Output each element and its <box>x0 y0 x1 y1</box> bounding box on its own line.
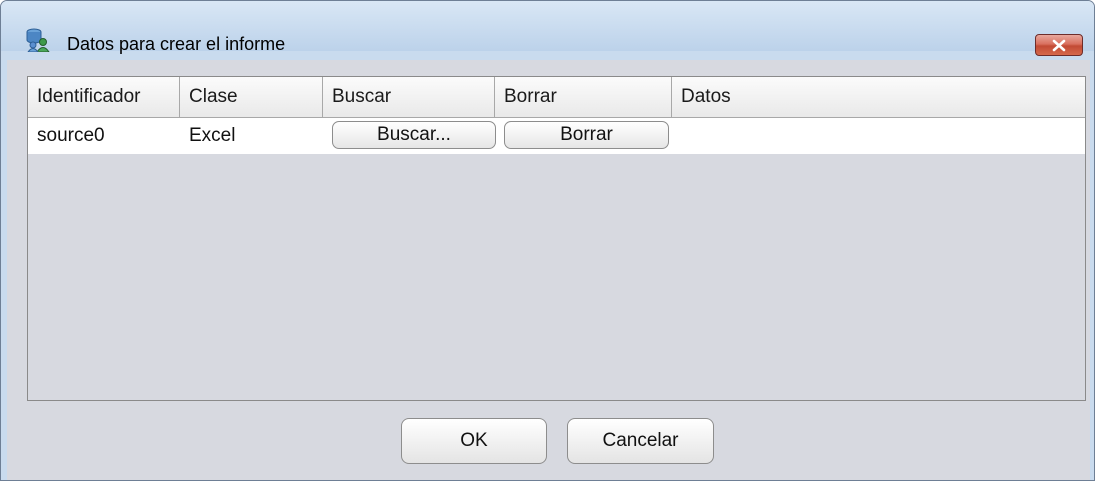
table-row[interactable]: source0 Excel Buscar... Borrar <box>28 118 1085 154</box>
column-header-identificador[interactable]: Identificador <box>28 77 180 117</box>
data-sources-table: Identificador Clase Buscar Borrar Datos … <box>27 76 1086 401</box>
column-header-borrar[interactable]: Borrar <box>495 77 672 117</box>
column-header-clase[interactable]: Clase <box>180 77 323 117</box>
cell-clase[interactable]: Excel <box>180 118 323 154</box>
buscar-button[interactable]: Buscar... <box>332 121 496 149</box>
window-title: Datos para crear el informe <box>67 34 286 54</box>
table-header: Identificador Clase Buscar Borrar Datos <box>28 77 1085 118</box>
close-button[interactable] <box>1035 34 1083 56</box>
cell-datos[interactable] <box>672 118 1085 154</box>
cell-identificador[interactable]: source0 <box>28 118 180 154</box>
borrar-button[interactable]: Borrar <box>504 121 669 149</box>
close-icon <box>1052 39 1066 52</box>
cancel-button[interactable]: Cancelar <box>567 418 714 464</box>
column-header-datos[interactable]: Datos <box>672 77 1085 117</box>
dialog-content: Identificador Clase Buscar Borrar Datos … <box>7 60 1090 480</box>
column-header-buscar[interactable]: Buscar <box>323 77 495 117</box>
ok-button[interactable]: OK <box>401 418 547 464</box>
dialog-window: Datos para crear el informe Identificado… <box>0 0 1095 481</box>
database-users-icon <box>25 28 51 53</box>
title-bar[interactable]: Datos para crear el informe <box>1 1 1094 56</box>
